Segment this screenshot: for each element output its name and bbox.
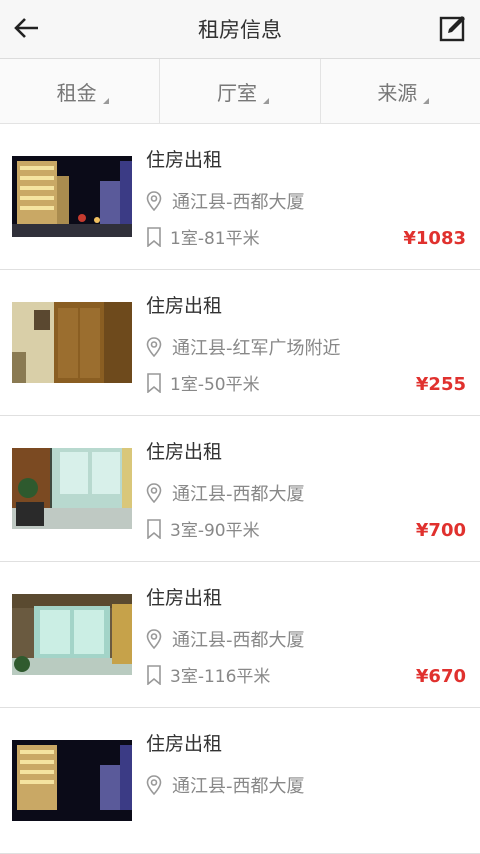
listing-title: 住房出租: [146, 733, 223, 755]
location-text: 通江县-西都大厦: [172, 192, 305, 213]
dropdown-triangle-icon: [102, 98, 109, 104]
dropdown-triangle-icon: [262, 98, 269, 104]
dropdown-triangle-icon: [423, 98, 430, 104]
location-pin-icon: [146, 629, 162, 649]
listing-photo: [12, 156, 132, 237]
listing-price: ¥700: [415, 520, 466, 541]
filter-label: 来源: [377, 80, 418, 105]
listing-list: 住房出租 通江县-西都大厦 1室-81平米 ¥1083 住房出租 通江县-红军广…: [0, 124, 480, 854]
location-pin-icon: [146, 775, 162, 795]
back-arrow-icon[interactable]: [12, 13, 42, 43]
edit-icon[interactable]: [438, 13, 468, 43]
listing-price: ¥670: [415, 666, 466, 687]
listing-photo: [12, 448, 132, 529]
filter-rooms[interactable]: 厅室: [160, 59, 321, 123]
location-text: 通江县-西都大厦: [172, 776, 305, 797]
size-text: 3室-90平米: [170, 521, 260, 541]
listing-photo: [12, 594, 132, 675]
filter-label: 厅室: [216, 80, 257, 105]
listing-item[interactable]: 住房出租 通江县-西都大厦 3室-90平米 ¥700: [0, 416, 480, 562]
filter-rent[interactable]: 租金: [0, 59, 161, 123]
filter-label: 租金: [56, 80, 97, 105]
listing-item[interactable]: 住房出租 通江县-红军广场附近 1室-50平米 ¥255: [0, 270, 480, 416]
listing-size: 1室-50平米: [146, 370, 260, 395]
listing-size: 3室-116平米: [146, 662, 270, 687]
location-pin-icon: [146, 337, 162, 357]
app-header: 租房信息: [0, 0, 480, 59]
listing-location: 通江县-西都大厦: [146, 188, 305, 214]
listing-size: 3室-90平米: [146, 516, 260, 541]
listing-photo: [12, 740, 132, 821]
bookmark-icon: [147, 664, 161, 685]
size-text: 1室-50平米: [170, 375, 260, 395]
size-text: 3室-116平米: [170, 667, 271, 687]
bookmark-icon: [147, 372, 161, 393]
page-title: 租房信息: [198, 18, 282, 42]
listing-location: 通江县-西都大厦: [146, 772, 305, 798]
listing-item[interactable]: 住房出租 通江县-西都大厦 1室-81平米 ¥1083: [0, 124, 480, 270]
listing-photo: [12, 302, 132, 383]
listing-location: 通江县-西都大厦: [146, 480, 305, 506]
bookmark-icon: [147, 226, 161, 247]
location-pin-icon: [146, 483, 162, 503]
location-text: 通江县-西都大厦: [172, 630, 305, 651]
location-pin-icon: [146, 191, 162, 211]
listing-price: ¥255: [415, 374, 466, 395]
filter-source[interactable]: 来源: [321, 59, 480, 123]
listing-size: 1室-81平米: [146, 224, 260, 249]
listing-location: 通江县-西都大厦: [146, 626, 305, 652]
location-text: 通江县-红军广场附近: [172, 338, 341, 359]
listing-title: 住房出租: [146, 149, 223, 171]
listing-title: 住房出租: [146, 587, 223, 609]
bookmark-icon: [147, 518, 161, 539]
filter-bar: 租金 厅室 来源: [0, 59, 480, 124]
listing-location: 通江县-红军广场附近: [146, 334, 341, 360]
size-text: 1室-81平米: [170, 229, 260, 249]
listing-title: 住房出租: [146, 441, 223, 463]
listing-title: 住房出租: [146, 295, 223, 317]
listing-item[interactable]: 住房出租 通江县-西都大厦: [0, 708, 480, 854]
location-text: 通江县-西都大厦: [172, 484, 305, 505]
listing-price: ¥1083: [403, 228, 466, 249]
listing-item[interactable]: 住房出租 通江县-西都大厦 3室-116平米 ¥670: [0, 562, 480, 708]
